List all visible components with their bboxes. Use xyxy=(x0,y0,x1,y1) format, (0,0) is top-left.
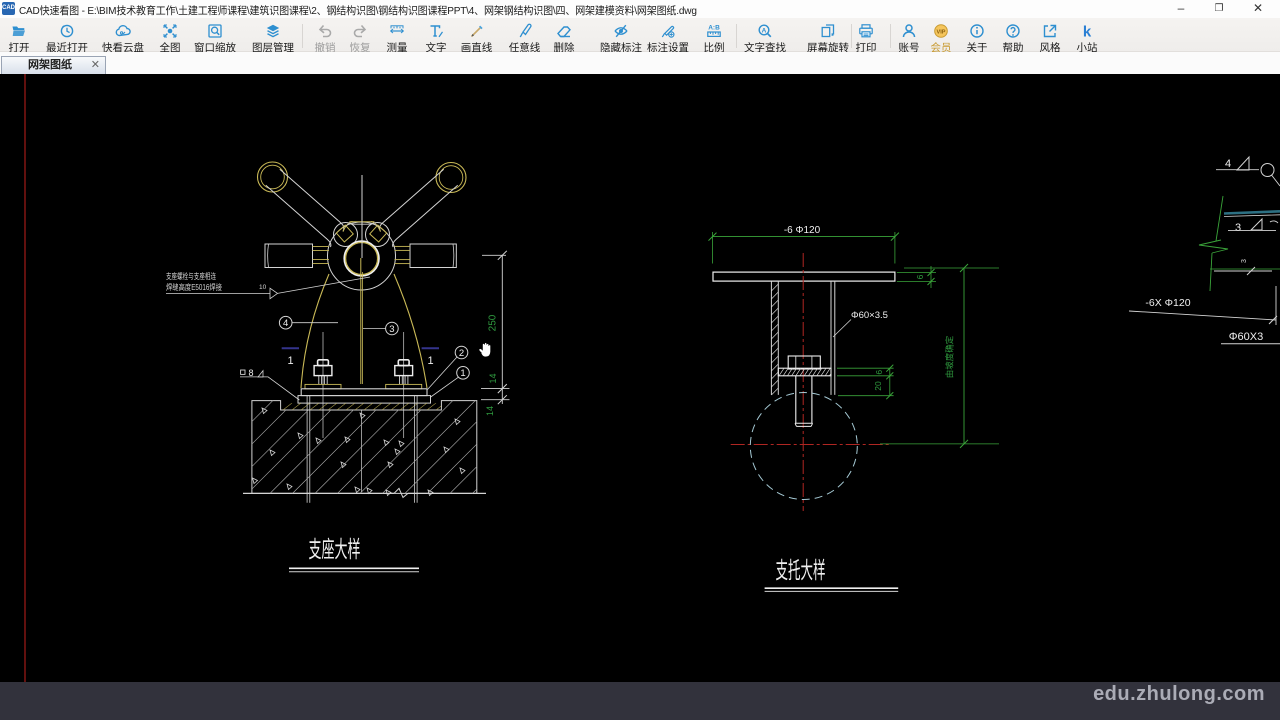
svg-text:A: A xyxy=(762,27,767,34)
svg-text:3: 3 xyxy=(389,324,394,335)
svg-text:3: 3 xyxy=(1235,222,1241,234)
svg-text:1: 1 xyxy=(428,355,434,367)
svg-text:-6 Φ120: -6 Φ120 xyxy=(784,225,821,236)
svg-text:6: 6 xyxy=(874,370,884,375)
svg-text:4: 4 xyxy=(1225,158,1231,170)
svg-text:支座大样: 支座大样 xyxy=(309,536,361,562)
svg-text:6: 6 xyxy=(915,274,925,279)
svg-text:Φ60X3: Φ60X3 xyxy=(1229,331,1263,343)
svg-text:10: 10 xyxy=(259,284,267,291)
svg-text:4: 4 xyxy=(283,318,288,329)
svg-text:250: 250 xyxy=(488,314,499,331)
svg-text:-6X Φ120: -6X Φ120 xyxy=(1145,297,1190,309)
svg-text:3: 3 xyxy=(1241,259,1248,263)
svg-text:支座螺栓与支座相连: 支座螺栓与支座相连 xyxy=(166,271,216,281)
svg-text:由坡度确定: 由坡度确定 xyxy=(945,335,955,378)
svg-text:k: k xyxy=(1083,24,1092,39)
svg-text:20: 20 xyxy=(873,381,883,391)
svg-text:支托大样: 支托大样 xyxy=(776,557,826,583)
svg-text:1: 1 xyxy=(288,355,294,367)
svg-text:焊缝高度E5016焊接: 焊缝高度E5016焊接 xyxy=(166,282,222,292)
svg-text:2: 2 xyxy=(459,348,464,359)
svg-text:1: 1 xyxy=(460,368,465,379)
svg-text:A:B: A:B xyxy=(708,25,720,32)
svg-text:Φ60×3.5: Φ60×3.5 xyxy=(851,310,888,321)
svg-text:14: 14 xyxy=(488,373,498,383)
svg-text:14: 14 xyxy=(485,406,495,416)
svg-text:VIP: VIP xyxy=(936,29,945,35)
